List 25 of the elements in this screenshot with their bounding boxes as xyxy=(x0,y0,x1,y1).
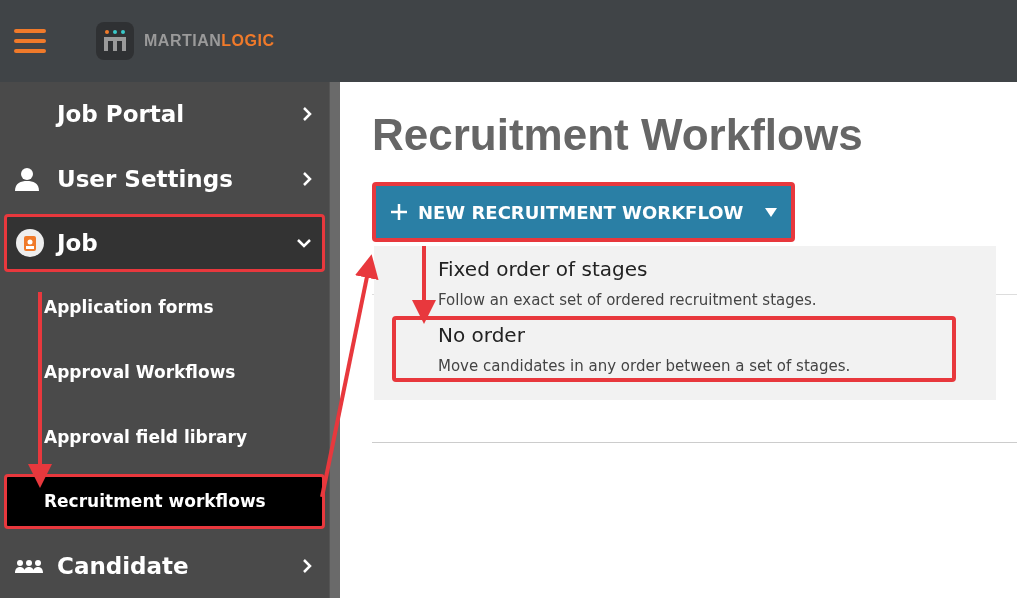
menu-icon[interactable] xyxy=(14,28,46,54)
chevron-down-icon xyxy=(296,237,313,248)
sidebar-item[interactable]: Job Portal xyxy=(4,85,326,144)
user-icon xyxy=(15,166,39,191)
sidebar-item[interactable]: User Settings xyxy=(4,149,326,208)
menu-option[interactable]: No order Move candidates in any order between a set of stages. xyxy=(392,316,956,382)
group-icon xyxy=(15,558,43,573)
sidebar-item[interactable]: Job xyxy=(4,213,326,273)
brand-name: MARTIANLOGIC xyxy=(144,32,275,50)
menu-option[interactable]: Fixed order of stages Follow an exact set of ordered recruitment stages. xyxy=(392,250,956,316)
plus-icon xyxy=(390,203,408,221)
sidebar-subitem[interactable]: Recruitment workflows xyxy=(4,474,326,529)
caret-icon xyxy=(765,207,778,217)
scrollbar[interactable] xyxy=(329,82,340,598)
sidebar-subitem[interactable]: Application forms xyxy=(4,280,326,335)
badge-icon xyxy=(15,227,45,258)
sidebar-subitem[interactable]: Approval field library xyxy=(4,409,326,464)
new-workflow-button[interactable]: NEW RECRUITMENT WORKFLOW xyxy=(372,182,796,242)
logo-icon xyxy=(96,22,134,60)
chevron-right-icon xyxy=(302,106,313,123)
sidebar-subitem[interactable]: Approval Workflows xyxy=(4,344,326,400)
page-title: Recruitment Workflows xyxy=(372,110,863,160)
chevron-right-icon xyxy=(302,557,313,574)
sidebar-item[interactable]: Candidate xyxy=(4,536,326,595)
chevron-right-icon xyxy=(302,170,313,187)
